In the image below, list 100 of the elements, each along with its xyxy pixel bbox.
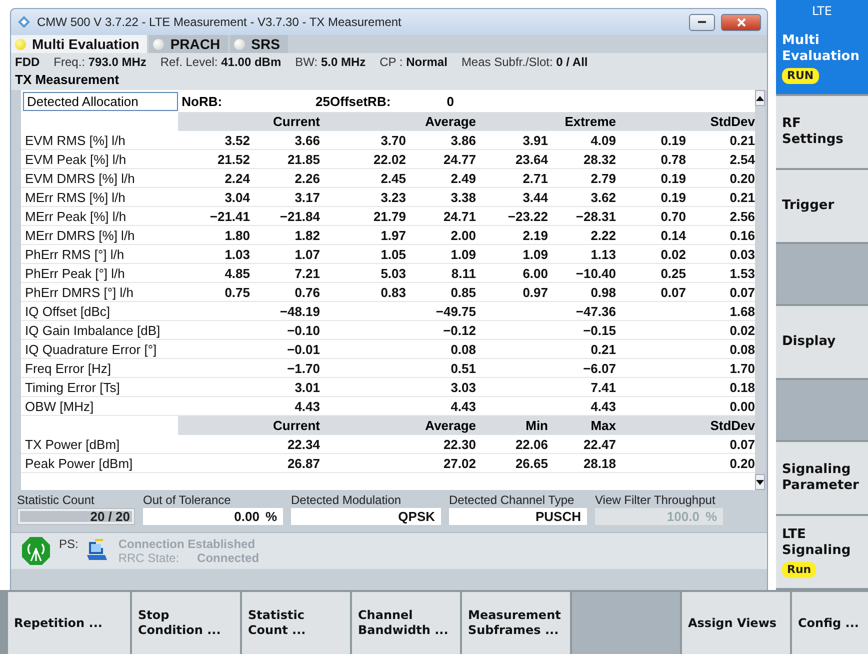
table-cell-text: 3.91: [522, 132, 548, 148]
row-label: Freq Error [Hz]: [24, 360, 112, 376]
table-cell-text: −49.75: [434, 304, 476, 318]
offset-label: OffsetRB:: [330, 94, 392, 108]
table-cell-text: 3.66: [294, 132, 320, 148]
table-cell-text: 0.78: [660, 152, 686, 166]
field-label: View Filter Throughput: [595, 493, 716, 507]
softkey-button[interactable]: Channel Bandwidth ...: [352, 592, 460, 654]
table-cell-text: 0.18: [728, 380, 755, 394]
table-cell-text: 0.51: [450, 360, 476, 376]
table-cell-text: 0.70: [660, 208, 686, 224]
scroll-down-icon[interactable]: [756, 480, 764, 484]
scrollbar[interactable]: [755, 90, 765, 490]
sidebar-button[interactable]: Multi Evaluation RUN: [776, 22, 868, 96]
offset-value: 0: [446, 94, 454, 108]
table-cell-text: 4.09: [590, 132, 616, 148]
column-header: StdDev: [709, 114, 755, 129]
table-cell-text: 0.20: [728, 456, 755, 470]
row-label: PhErr DMRS [°] l/h: [24, 284, 134, 300]
table-cell-text: 0.02: [728, 322, 755, 338]
table-cell-text: 0.97: [522, 284, 548, 300]
setting-text: BW: 5.0 MHz: [295, 55, 366, 69]
table-cell-text: 3.38: [450, 190, 476, 204]
table-cell-text: 22.02: [372, 152, 406, 166]
table-cell-text: −6.07: [582, 360, 616, 376]
table-cell-text: 4.43: [450, 398, 476, 414]
table-cell-text: 23.64: [514, 152, 548, 166]
table-cell-text: −10.40: [574, 266, 616, 280]
softkey-button[interactable]: Repetition ...: [8, 592, 130, 654]
table-cell-text: 24.77: [442, 152, 476, 166]
table-cell-text: −21.41: [208, 208, 250, 224]
column-header: Average: [424, 114, 476, 129]
softkey-button[interactable]: Statistic Count ...: [242, 592, 350, 654]
table-cell-text: 3.70: [380, 132, 406, 148]
table-cell-text: 0.85: [450, 284, 476, 300]
table-cell-text: 1.05: [380, 246, 406, 262]
sidebar-button[interactable]: LTE Signaling Run: [776, 516, 868, 590]
table-cell-text: 1.82: [294, 228, 320, 242]
norb-label: NoRB:: [180, 94, 224, 108]
table-cell-text: 1.09: [522, 246, 548, 262]
table-cell-text: 2.56: [728, 208, 755, 224]
table-cell-text: 7.41: [590, 380, 616, 394]
table-cell-text: 0.21: [590, 342, 616, 356]
table-cell-text: 0.03: [728, 246, 755, 262]
sidebar-button[interactable]: Display: [776, 306, 868, 380]
table-cell-text: 0.21: [728, 190, 755, 204]
softkey-button[interactable]: Assign Views: [682, 592, 790, 654]
table-cell-text: 2.26: [294, 170, 320, 186]
table-cell-text: −0.12: [442, 322, 476, 338]
tab[interactable]: Multi Evaluation: [11, 35, 148, 53]
softkey-button[interactable]: Stop Condition ...: [132, 592, 240, 654]
sidebar-button[interactable]: RF Settings: [776, 96, 868, 170]
setting-text: Freq.: 793.0 MHz: [54, 55, 146, 69]
field-label: Out of Tolerance: [143, 493, 232, 507]
table-cell-text: 0.14: [660, 228, 686, 242]
run-badge: RUN: [782, 68, 819, 84]
tab[interactable]: PRACH: [149, 35, 228, 53]
table-cell-text: 4.43: [590, 398, 616, 414]
setting-text: FDD: [15, 55, 40, 69]
tab[interactable]: SRS: [230, 35, 288, 53]
row-label: IQ Quadrature Error [°]: [24, 342, 158, 356]
table-cell-text: 3.44: [522, 190, 548, 204]
row-label: EVM Peak [%] l/h: [24, 152, 128, 166]
row-label: PhErr RMS [°] l/h: [24, 246, 126, 262]
table-cell-text: 1.53: [728, 266, 755, 280]
run-badge: Run: [782, 562, 816, 578]
table-cell-text: 0.19: [660, 190, 686, 204]
table-cell-text: 1.09: [450, 246, 476, 262]
sidebar-button[interactable]: Signaling Parameter: [776, 442, 868, 516]
setting-text: CP : Normal: [380, 55, 448, 69]
table-cell-text: 28.32: [582, 152, 616, 166]
minimize-button[interactable]: [689, 14, 715, 30]
table-cell-text: 4.43: [294, 398, 320, 414]
row-label: MErr RMS [%] l/h: [24, 190, 126, 204]
column-header: Max: [590, 418, 616, 433]
sidebar-button[interactable]: Trigger: [776, 170, 868, 244]
table-cell-text: 0.19: [660, 132, 686, 148]
table-cell-text: 27.02: [442, 456, 476, 470]
app-logo-icon: [17, 15, 31, 29]
table-cell-text: −47.36: [574, 304, 616, 318]
row-label: IQ Offset [dBc]: [24, 304, 112, 318]
table-cell-text: 8.11: [450, 266, 476, 280]
table-cell-text: −28.31: [574, 208, 616, 224]
table-cell-text: 3.86: [450, 132, 476, 148]
table-cell-text: 0.21: [728, 132, 755, 148]
scroll-up-icon[interactable]: [756, 96, 764, 100]
table-cell-text: 6.00: [522, 266, 548, 280]
row-label: Timing Error [Ts]: [24, 380, 121, 394]
value-field: QPSK: [291, 508, 441, 525]
table-cell-text: −1.70: [286, 360, 320, 376]
close-icon: [736, 18, 746, 26]
table-cell-text: 22.47: [582, 436, 616, 452]
row-label: OBW [MHz]: [24, 398, 95, 414]
field-label: Detected Channel Type: [449, 493, 576, 507]
column-header: StdDev: [709, 418, 755, 433]
table-cell-text: 0.76: [294, 284, 320, 300]
softkey-button[interactable]: Config ...: [792, 592, 868, 654]
close-button[interactable]: [721, 14, 761, 30]
softkey-button[interactable]: Measurement Subframes ...: [462, 592, 570, 654]
table-cell-text: 21.79: [372, 208, 406, 224]
